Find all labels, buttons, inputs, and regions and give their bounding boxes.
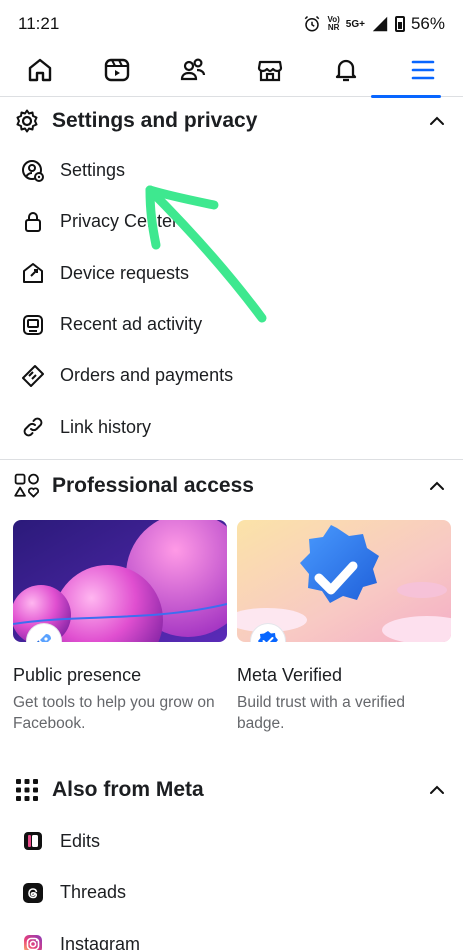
- menu-item-label: Threads: [60, 882, 127, 903]
- meta-verified-image: [237, 519, 451, 642]
- video-icon: [104, 58, 129, 82]
- section-title: Settings and privacy: [52, 109, 258, 132]
- apps-grid-icon: [14, 777, 40, 803]
- network-type: Vo) NR: [327, 15, 340, 32]
- tag-icon: [20, 363, 46, 389]
- bell-icon: [336, 59, 357, 82]
- menu-item-label: Recent ad activity: [60, 314, 203, 335]
- network-5g: 5G+: [345, 18, 365, 30]
- menu-item-label: Edits: [60, 830, 101, 851]
- alarm-icon: [305, 15, 320, 32]
- settings-privacy-header[interactable]: Settings and privacy: [0, 97, 463, 145]
- lock-icon: [20, 209, 46, 235]
- tab-notifications[interactable]: [324, 48, 368, 92]
- edits-icon: [20, 828, 46, 854]
- menu-item-orders-payments[interactable]: Orders and payments: [0, 350, 463, 401]
- threads-icon: [20, 880, 46, 906]
- tab-video[interactable]: [95, 48, 139, 92]
- menu-item-label: Settings: [60, 160, 126, 181]
- tab-home[interactable]: [18, 48, 62, 92]
- section-title: Professional access: [52, 473, 254, 497]
- battery-level: 56%: [410, 14, 445, 33]
- menu-item-device-requests[interactable]: Device requests: [0, 248, 463, 299]
- card-description: Get tools to help you grow on Facebook.: [13, 693, 215, 732]
- public-presence-image: [13, 519, 227, 642]
- status-bar: 11:21 Vo) NR 5G+ 56%: [0, 0, 463, 48]
- tab-marketplace[interactable]: [248, 48, 292, 92]
- professional-access-header[interactable]: Professional access: [0, 460, 463, 512]
- card-title: Public presence: [13, 664, 142, 685]
- public-presence-card[interactable]: Public presence Get tools to help you gr…: [13, 519, 227, 734]
- menu-item-instagram[interactable]: Instagram: [0, 918, 463, 950]
- status-time: 11:21: [18, 14, 60, 33]
- menu-icon: [411, 60, 435, 80]
- menu-item-privacy-center[interactable]: Privacy Center: [0, 196, 463, 247]
- menu-item-recent-ad-activity[interactable]: Recent ad activity: [0, 299, 463, 350]
- menu-item-label: Privacy Center: [60, 211, 179, 232]
- chevron-up-icon: [430, 785, 444, 794]
- menu-item-edits[interactable]: Edits: [0, 816, 463, 867]
- shapes-icon: [14, 473, 40, 499]
- battery-icon: [394, 16, 405, 32]
- settings-user-icon: [20, 158, 46, 184]
- card-description: Build trust with a verified badge.: [237, 693, 405, 732]
- also-from-meta-header[interactable]: Also from Meta: [0, 764, 463, 816]
- ad-activity-icon: [20, 312, 46, 338]
- menu-item-settings[interactable]: Settings: [0, 145, 463, 196]
- marketplace-icon: [257, 60, 282, 82]
- menu-item-threads[interactable]: Threads: [0, 867, 463, 918]
- instagram-icon: [20, 931, 46, 950]
- link-icon: [20, 414, 46, 440]
- section-title: Also from Meta: [52, 777, 204, 801]
- top-nav: [0, 48, 463, 98]
- meta-verified-card[interactable]: Meta Verified Build trust with a verifie…: [237, 519, 451, 734]
- card-title: Meta Verified: [237, 664, 343, 685]
- gear-icon: [14, 108, 40, 134]
- active-tab-indicator: [370, 95, 441, 98]
- menu-item-label: Orders and payments: [60, 365, 234, 386]
- status-icons: Vo) NR 5G+ 56%: [303, 14, 445, 34]
- chevron-up-icon: [430, 481, 444, 490]
- chevron-up-icon: [430, 116, 444, 125]
- menu-item-label: Device requests: [60, 262, 190, 283]
- home-icon: [28, 58, 52, 82]
- professional-cards: Public presence Get tools to help you gr…: [0, 512, 463, 734]
- friends-icon: [181, 58, 206, 81]
- tab-menu[interactable]: [370, 48, 445, 98]
- menu-item-label: Link history: [60, 416, 152, 437]
- menu-item-label: Instagram: [60, 933, 141, 950]
- signal-icon: [372, 16, 388, 32]
- menu-item-link-history[interactable]: Link history: [0, 401, 463, 452]
- tab-friends[interactable]: [171, 48, 215, 92]
- device-home-icon: [20, 260, 46, 286]
